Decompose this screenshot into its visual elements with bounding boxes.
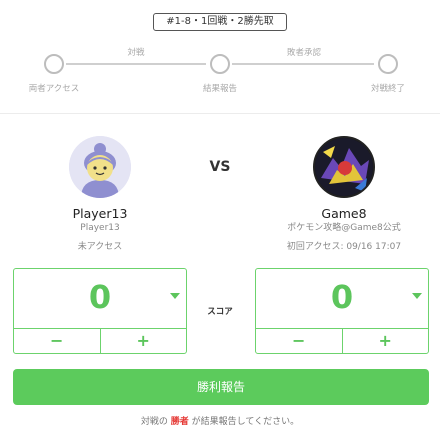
chevron-down-icon bbox=[412, 293, 422, 299]
score-label: スコア bbox=[207, 307, 233, 317]
match-tag: #1-8・1回戦・2勝先取 bbox=[153, 13, 287, 31]
progress-segment-label-1: 対戦 bbox=[127, 48, 145, 58]
score-box-right: 0 − + bbox=[255, 268, 429, 354]
score-value: 0 bbox=[88, 278, 112, 316]
player-name: Game8 bbox=[321, 206, 367, 221]
progress-line-2 bbox=[232, 63, 374, 65]
progress-node-label-1: 両者アクセス bbox=[28, 84, 80, 94]
progress-node-1 bbox=[44, 54, 64, 74]
score-select-left[interactable]: 0 bbox=[14, 269, 186, 328]
progress-line-1 bbox=[66, 63, 206, 65]
score-decrement-button[interactable]: − bbox=[14, 329, 100, 354]
score-increment-button[interactable]: + bbox=[99, 329, 187, 354]
player-id: Player13 bbox=[80, 223, 120, 233]
progress-node-3 bbox=[378, 54, 398, 74]
vs-label: VS bbox=[209, 159, 231, 175]
winner-highlight: 勝者 bbox=[170, 417, 189, 427]
progress-node-2 bbox=[210, 54, 230, 74]
progress-node-label-3: 対戦終了 bbox=[370, 84, 405, 94]
default-user-avatar-icon[interactable] bbox=[69, 136, 131, 198]
score-stepper: − + bbox=[256, 328, 428, 354]
score-select-right[interactable]: 0 bbox=[256, 269, 428, 328]
game8-pokemon-avatar-icon[interactable] bbox=[313, 136, 375, 198]
score-value: 0 bbox=[330, 278, 354, 316]
score-box-left: 0 − + bbox=[13, 268, 187, 354]
player-name: Player13 bbox=[72, 206, 128, 221]
note-text-before: 対戦の bbox=[140, 417, 171, 427]
match-progress: 対戦 敗者承認 両者アクセス 結果報告 対戦終了 bbox=[0, 40, 440, 100]
progress-segment-label-2: 敗者承認 bbox=[286, 48, 321, 58]
score-stepper: − + bbox=[14, 328, 186, 354]
report-win-button[interactable]: 勝利報告 bbox=[13, 369, 429, 405]
score-increment-button[interactable]: + bbox=[341, 329, 429, 354]
player-right: Game8 ポケモン攻略@Game8公式 初回アクセス: 09/16 17:07 bbox=[264, 136, 424, 253]
progress-node-label-2: 結果報告 bbox=[202, 84, 237, 94]
player-left: Player13 Player13 未アクセス bbox=[20, 136, 180, 253]
chevron-down-icon bbox=[170, 293, 180, 299]
report-instruction: 対戦の 勝者 が結果報告してください。 bbox=[0, 414, 440, 427]
section-divider bbox=[0, 113, 440, 114]
player-access-status: 未アクセス bbox=[77, 242, 123, 252]
score-decrement-button[interactable]: − bbox=[256, 329, 342, 354]
note-text-after: が結果報告してください。 bbox=[188, 417, 300, 427]
player-id: ポケモン攻略@Game8公式 bbox=[287, 223, 401, 233]
player-access-status: 初回アクセス: 09/16 17:07 bbox=[286, 242, 402, 252]
